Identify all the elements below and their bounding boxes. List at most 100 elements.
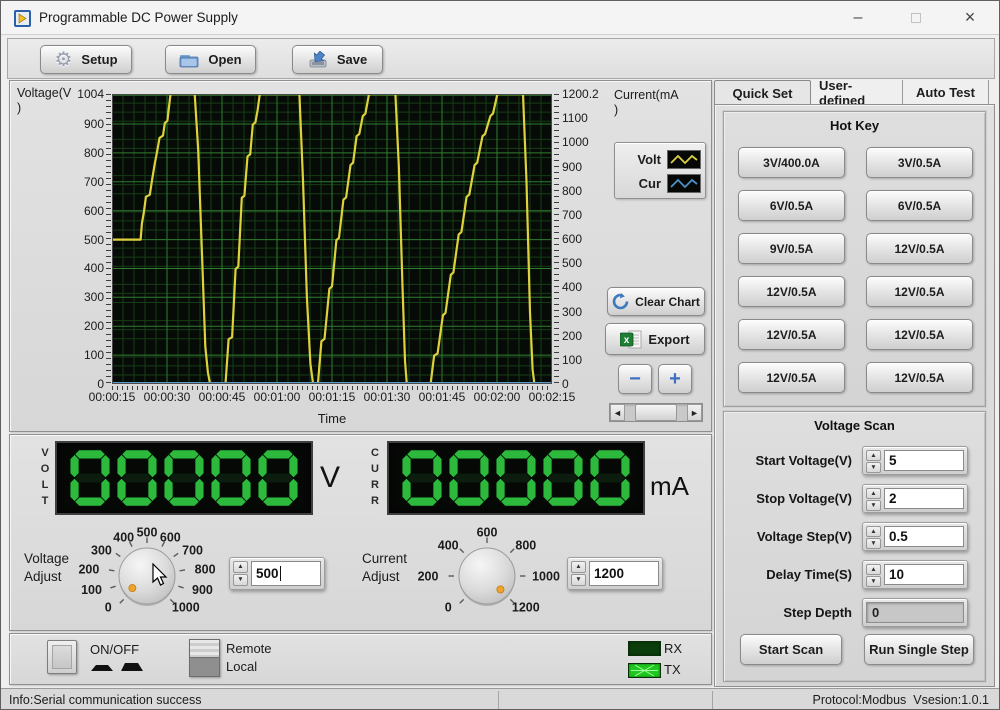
seven-segment-digit: [402, 447, 442, 509]
scan-field-label: Voltage Step(V): [728, 524, 852, 550]
svg-text:400: 400: [438, 538, 459, 552]
toolbar: ⚙ Setup Open Save: [7, 38, 995, 79]
y-right-tick: 1200.2: [562, 87, 618, 101]
scan-field-control-4[interactable]: ▲ ▼ 10: [862, 560, 968, 589]
hotkey-button-4[interactable]: 6V/0.5A: [866, 190, 973, 221]
scroll-left-arrow[interactable]: ◄: [610, 404, 625, 421]
remote-local-switch[interactable]: [189, 639, 220, 677]
voltage-set-control[interactable]: ▲ ▼ 500: [229, 557, 325, 590]
minimize-button[interactable]: –: [837, 1, 879, 34]
spin-down-icon[interactable]: ▼: [571, 574, 586, 586]
save-button[interactable]: Save: [292, 45, 383, 74]
spin-up-icon[interactable]: ▲: [571, 561, 586, 573]
run-single-step-button[interactable]: Run Single Step: [864, 634, 974, 665]
curr-unit: mA: [650, 471, 689, 502]
hotkey-button-10[interactable]: 12V/0.5A: [866, 319, 973, 350]
hotkey-button-6[interactable]: 12V/0.5A: [866, 233, 973, 264]
zoom-in-button[interactable]: +: [658, 364, 692, 394]
spin-buttons[interactable]: ▲ ▼: [866, 488, 881, 509]
y-left-ruler: [106, 94, 111, 384]
hotkey-button-8[interactable]: 12V/0.5A: [866, 276, 973, 307]
y-left-tick: 800: [48, 146, 104, 160]
clear-chart-button[interactable]: Clear Chart: [607, 287, 705, 316]
svg-text:200: 200: [78, 563, 99, 577]
scrollbar-thumb[interactable]: [635, 404, 677, 421]
seven-segment-digit: [449, 447, 489, 509]
y-right-tick: 900: [562, 160, 618, 174]
y-right-tick: 600: [562, 232, 618, 246]
scan-field-input[interactable]: 10: [884, 564, 964, 585]
y-left-tick: 200: [48, 319, 104, 333]
spin-up-icon[interactable]: ▲: [233, 561, 248, 573]
scan-field-label: Delay Time(S): [728, 562, 852, 588]
scan-field-control-1[interactable]: ▲ ▼ 5: [862, 446, 968, 475]
on-off-button[interactable]: [47, 640, 77, 674]
tx-flash-icon: [629, 664, 660, 677]
maximize-button[interactable]: [895, 1, 937, 34]
spin-buttons[interactable]: ▲ ▼: [866, 526, 881, 547]
open-button[interactable]: Open: [165, 45, 256, 74]
hotkey-button-9[interactable]: 12V/0.5A: [738, 319, 845, 350]
spin-down-icon[interactable]: ▼: [233, 574, 248, 586]
hotkey-button-7[interactable]: 12V/0.5A: [738, 276, 845, 307]
hotkey-button-11[interactable]: 12V/0.5A: [738, 362, 845, 393]
voltage-adjust-knob[interactable]: 01002003004005006007008009001000: [72, 512, 222, 644]
scrollbar-track[interactable]: [625, 404, 687, 421]
scan-field-control-3[interactable]: ▲ ▼ 0.5: [862, 522, 968, 551]
svg-text:200: 200: [418, 570, 439, 584]
spin-down-icon[interactable]: ▼: [866, 576, 881, 587]
spin-buttons[interactable]: ▲ ▼: [866, 450, 881, 471]
scan-field-input[interactable]: 5: [884, 450, 964, 471]
tab-body: Hot Key 3V/400.0A 3V/0.5A 6V/0.5A 6V/0.5A 9V…: [714, 104, 995, 687]
spin-down-icon[interactable]: ▼: [866, 500, 881, 511]
export-button[interactable]: x Export: [605, 323, 705, 355]
hotkey-button-2[interactable]: 3V/0.5A: [866, 147, 973, 178]
tab-user-defined[interactable]: User-defined: [811, 80, 903, 105]
right-panel: Quick SetUser-definedAuto Test Hot Key 3…: [714, 80, 995, 687]
voltage-set-input[interactable]: 500: [251, 561, 321, 586]
tab-quick-set[interactable]: Quick Set: [714, 80, 811, 105]
hotkey-button-1[interactable]: 3V/400.0A: [738, 147, 845, 178]
spin-buttons[interactable]: ▲ ▼: [866, 564, 881, 585]
current-set-input[interactable]: 1200: [589, 561, 659, 586]
spin-up-icon[interactable]: ▲: [866, 450, 881, 461]
volt-unit: V: [320, 461, 340, 495]
tab-auto-test[interactable]: Auto Test: [903, 80, 989, 105]
plot-scrollbar[interactable]: ◄ ►: [609, 403, 703, 422]
voltage-spin-buttons[interactable]: ▲ ▼: [233, 561, 248, 586]
zoom-out-button[interactable]: −: [618, 364, 652, 394]
status-divider: [498, 691, 499, 709]
y-right-tick: 0: [562, 377, 618, 391]
legend-cur-swatch: [667, 174, 701, 193]
current-set-control[interactable]: ▲ ▼ 1200: [567, 557, 663, 590]
hotkey-button-5[interactable]: 9V/0.5A: [738, 233, 845, 264]
scan-field-label: Step Depth: [728, 600, 852, 626]
close-button[interactable]: ×: [949, 1, 991, 34]
y-right-tick: 800: [562, 184, 618, 198]
svg-text:400: 400: [113, 530, 134, 544]
spin-down-icon[interactable]: ▼: [866, 462, 881, 473]
scan-field-input[interactable]: 2: [884, 488, 964, 509]
spin-up-icon[interactable]: ▲: [866, 564, 881, 575]
plot-legend[interactable]: Volt Cur: [614, 142, 706, 199]
current-adjust-knob[interactable]: 020040060080010001200: [412, 512, 562, 644]
current-spin-buttons[interactable]: ▲ ▼: [571, 561, 586, 586]
mouse-cursor: [152, 563, 168, 587]
start-scan-button[interactable]: Start Scan: [740, 634, 842, 665]
spin-down-icon[interactable]: ▼: [866, 538, 881, 549]
rx-label: RX: [664, 641, 682, 656]
svg-text:0: 0: [105, 601, 112, 615]
scroll-right-arrow[interactable]: ►: [687, 404, 702, 421]
hot-key-title: Hot Key: [724, 118, 985, 133]
y-left-tick: 600: [48, 204, 104, 218]
spin-up-icon[interactable]: ▲: [866, 488, 881, 499]
y-left-tick: 400: [48, 261, 104, 275]
setup-button[interactable]: ⚙ Setup: [40, 45, 132, 74]
rx-indicator: [628, 641, 661, 656]
y-right-tick: 100: [562, 353, 618, 367]
scan-field-control-2[interactable]: ▲ ▼ 2: [862, 484, 968, 513]
spin-up-icon[interactable]: ▲: [866, 526, 881, 537]
hotkey-button-12[interactable]: 12V/0.5A: [866, 362, 973, 393]
scan-field-input[interactable]: 0.5: [884, 526, 964, 547]
hotkey-button-3[interactable]: 6V/0.5A: [738, 190, 845, 221]
